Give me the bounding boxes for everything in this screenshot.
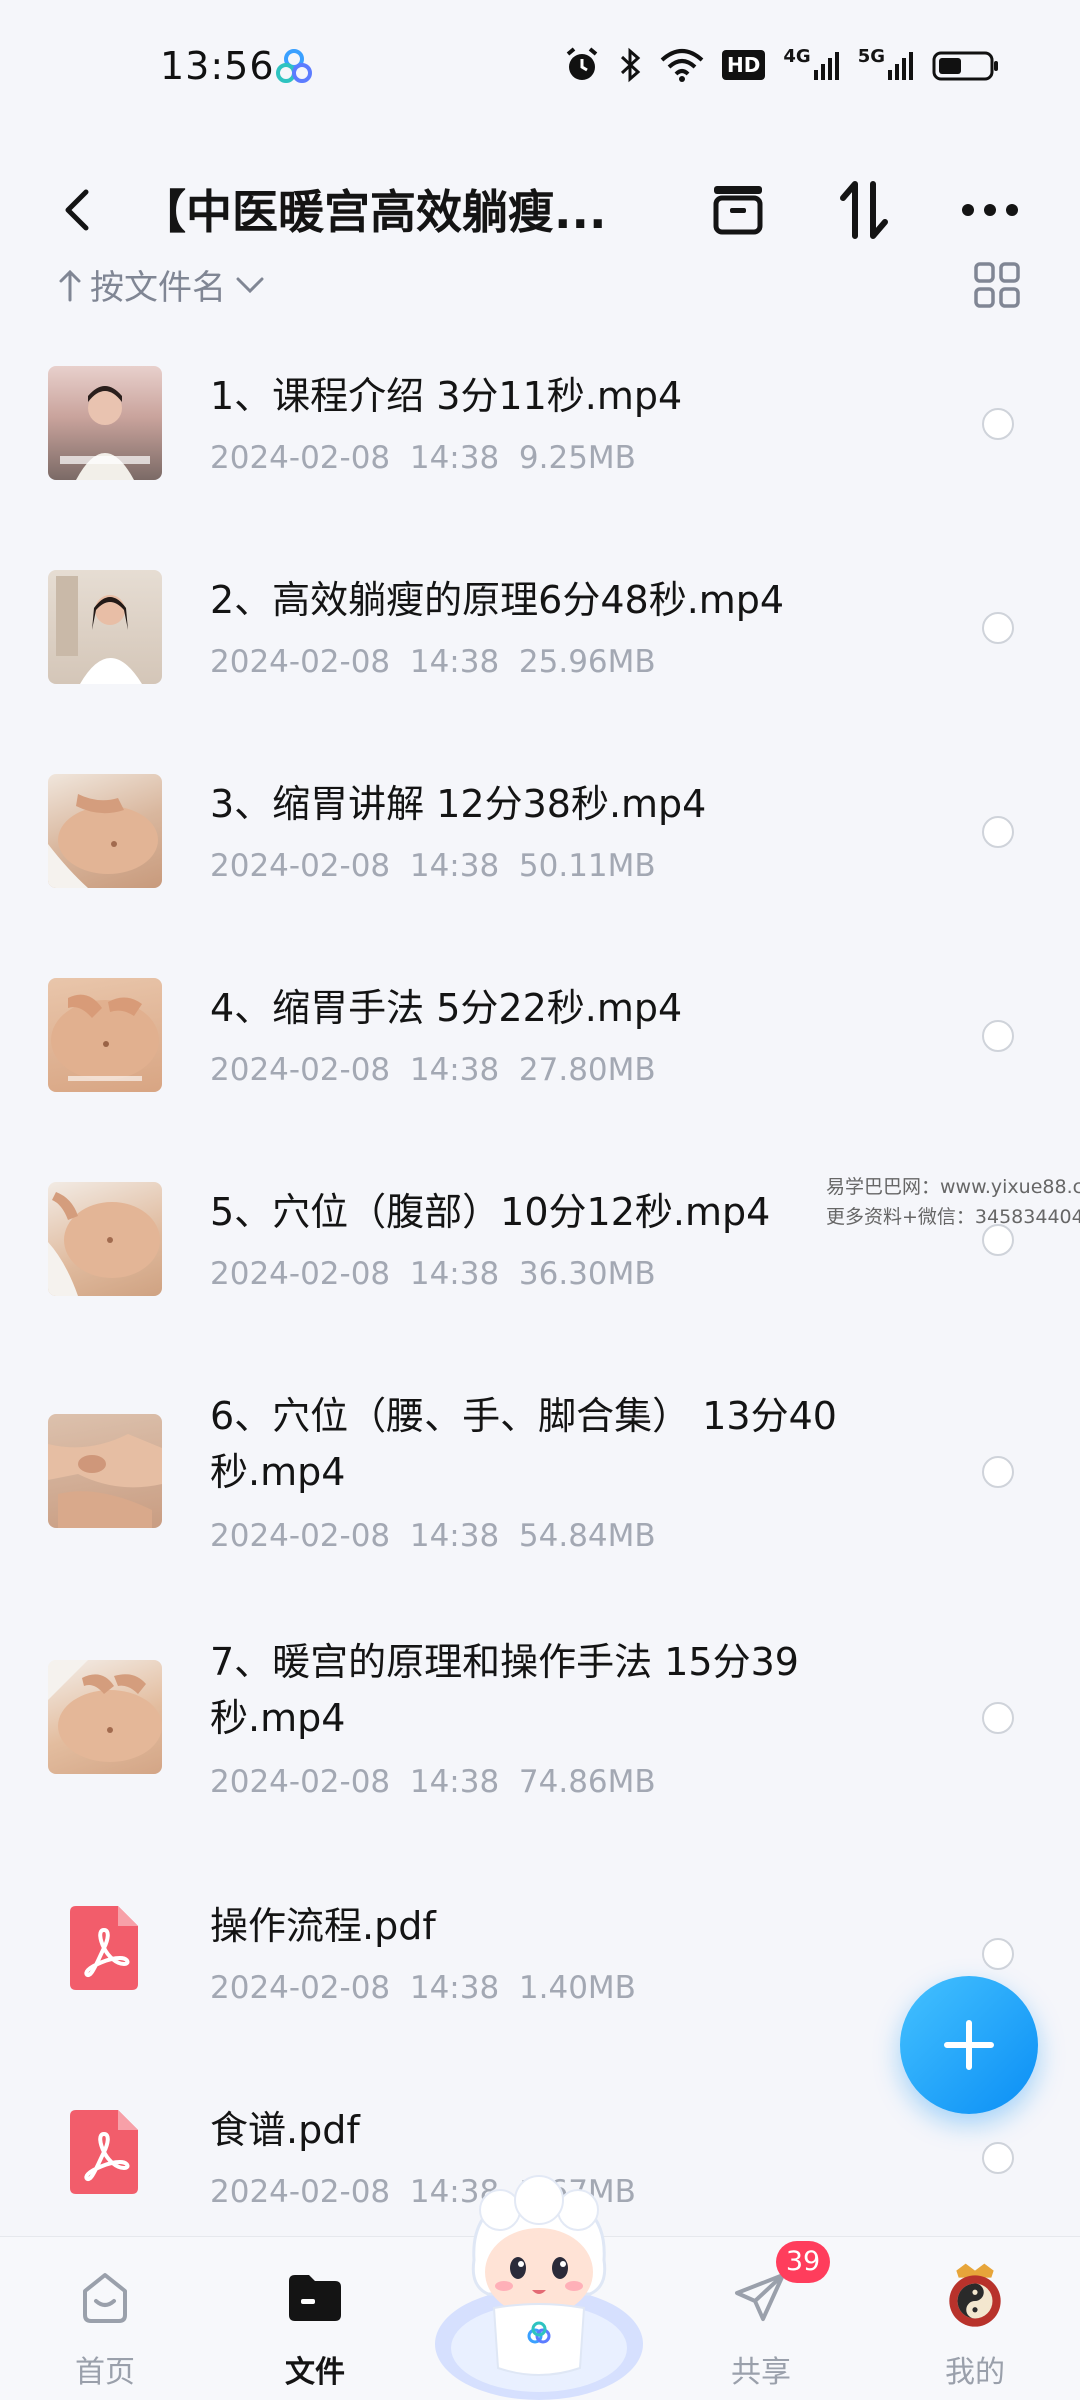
signal-5g-icon: 5G — [858, 46, 914, 84]
file-meta: 2024-02-08 14:38 50.11MB — [210, 848, 656, 884]
back-icon[interactable] — [48, 178, 108, 242]
file-item[interactable]: 4、缩胃手法 5分22秒.mp4 2024-02-08 14:38 27.80M… — [0, 952, 1080, 1152]
status-time: 13:56 — [160, 44, 275, 88]
net-label-4g: 4G — [783, 46, 811, 67]
select-checkbox[interactable] — [982, 612, 1014, 644]
folder-icon — [289, 2275, 341, 2321]
nav-mine-label: 我的 — [945, 2355, 1005, 2390]
file-name: 3、缩胃讲解 12分38秒.mp4 — [210, 782, 707, 826]
file-meta: 2024-02-08 14:38 9.25MB — [210, 440, 636, 476]
file-name: 2、高效躺瘦的原理6分48秒.mp4 — [210, 578, 785, 622]
select-checkbox[interactable] — [982, 1702, 1014, 1734]
net-label-5g: 5G — [857, 46, 885, 67]
video-thumbnail — [48, 1414, 162, 1528]
status-bar: 13:56 HD 4G 5G — [0, 0, 1080, 140]
file-item[interactable]: 2、高效躺瘦的原理6分48秒.mp4 2024-02-08 14:38 25.9… — [0, 544, 1080, 744]
file-meta: 2024-02-08 14:38 74.86MB — [210, 1764, 656, 1800]
nav-mine[interactable]: 我的 — [910, 2255, 1040, 2395]
hd-icon: HD — [722, 50, 766, 80]
hd-label: HD — [727, 53, 761, 77]
wifi-icon — [660, 49, 704, 82]
bluetooth-icon — [621, 47, 641, 83]
video-thumbnail — [48, 1182, 162, 1296]
alarm-icon — [566, 47, 598, 80]
nav-home-label: 首页 — [75, 2355, 135, 2390]
sort-label: 按文件名 — [90, 268, 226, 308]
video-thumbnail — [48, 570, 162, 684]
file-name: 7、暖宫的原理和操作手法 15分39秒.mp4 — [210, 1640, 799, 1740]
file-name: 5、穴位（腹部）10分12秒.mp4 — [210, 1190, 771, 1234]
select-checkbox[interactable] — [982, 408, 1014, 440]
archive-icon — [713, 186, 763, 235]
mascot-button[interactable] — [430, 2168, 648, 2400]
add-button[interactable] — [900, 1976, 1038, 2114]
app-icon — [276, 49, 312, 83]
watermark-line-2: 更多资料+微信：3458344044 — [826, 1206, 1080, 1228]
file-name: 4、缩胃手法 5分22秒.mp4 — [210, 986, 683, 1030]
archive-button[interactable] — [700, 172, 776, 248]
file-meta: 2024-02-08 14:38 1.40MB — [210, 1970, 636, 2006]
battery-icon — [932, 51, 998, 81]
video-thumbnail — [48, 366, 162, 480]
select-checkbox[interactable] — [982, 1456, 1014, 1488]
watermark-line-1: 易学巴巴网：www.yixue88.cn — [826, 1176, 1080, 1198]
nav-files[interactable]: 文件 — [250, 2255, 380, 2395]
file-item[interactable]: 7、暖宫的原理和操作手法 15分39秒.mp4 2024-02-08 14:38… — [0, 1606, 1080, 1862]
pdf-file-icon — [70, 2110, 138, 2194]
sort-by-name-dropdown[interactable]: 按文件名 — [58, 260, 266, 309]
watermark: 易学巴巴网：www.yixue88.cn 更多资料+微信：3458344044 — [826, 1172, 1080, 1232]
share-badge: 39 — [776, 2241, 830, 2283]
file-item[interactable]: 1、课程介绍 3分11秒.mp4 2024-02-08 14:38 9.25MB — [0, 340, 1080, 540]
file-meta: 2024-02-08 14:38 54.84MB — [210, 1518, 656, 1554]
video-thumbnail — [48, 978, 162, 1092]
file-meta: 2024-02-08 14:38 25.96MB — [210, 644, 656, 680]
arrow-up-icon — [59, 269, 81, 301]
file-name: 6、穴位（腰、手、脚合集） 13分40秒.mp4 — [210, 1394, 837, 1494]
sort-icon — [840, 181, 888, 239]
select-checkbox[interactable] — [982, 1938, 1014, 1970]
video-thumbnail — [48, 774, 162, 888]
select-checkbox[interactable] — [982, 1020, 1014, 1052]
page-title: 【中医暖宫高效躺瘦... — [140, 185, 607, 239]
file-name: 1、课程介绍 3分11秒.mp4 — [210, 374, 683, 418]
nav-home[interactable]: 首页 — [40, 2255, 170, 2395]
chevron-down-icon — [236, 277, 264, 293]
more-icon — [962, 204, 1018, 216]
nav-share-label: 共享 — [731, 2355, 791, 2390]
file-meta: 2024-02-08 14:38 36.30MB — [210, 1256, 656, 1292]
pdf-file-icon — [70, 1906, 138, 1990]
avatar — [949, 2263, 1001, 2327]
grid-view-icon[interactable] — [972, 260, 1022, 310]
signal-4g-icon: 4G — [783, 46, 839, 84]
file-name: 食谱.pdf — [210, 2108, 360, 2152]
nav-share[interactable]: 39 共享 — [696, 2241, 830, 2395]
select-checkbox[interactable] — [982, 816, 1014, 848]
video-thumbnail — [48, 1660, 162, 1774]
file-item[interactable]: 6、穴位（腰、手、脚合集） 13分40秒.mp4 2024-02-08 14:3… — [0, 1360, 1080, 1616]
file-item[interactable]: 3、缩胃讲解 12分38秒.mp4 2024-02-08 14:38 50.11… — [0, 748, 1080, 948]
nav-files-label: 文件 — [285, 2355, 345, 2390]
file-name: 操作流程.pdf — [210, 1904, 436, 1948]
sort-row: 按文件名 — [0, 252, 1080, 322]
home-icon — [83, 2273, 127, 2323]
more-button[interactable] — [952, 172, 1028, 248]
file-meta: 2024-02-08 14:38 27.80MB — [210, 1052, 656, 1088]
plus-icon — [944, 2020, 994, 2070]
select-checkbox[interactable] — [982, 2142, 1014, 2174]
sort-button[interactable] — [826, 172, 902, 248]
